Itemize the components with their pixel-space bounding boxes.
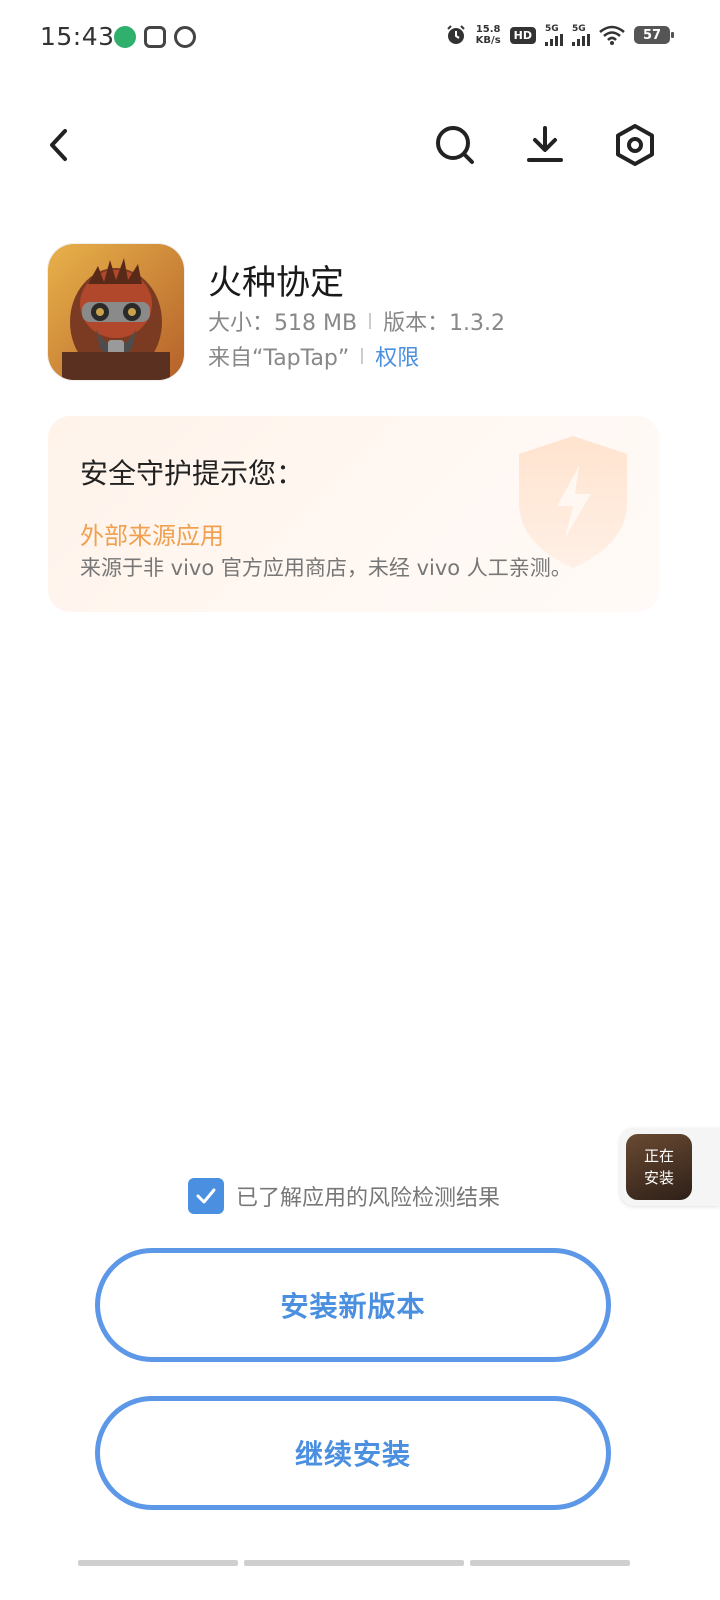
risk-consent-label: 已了解应用的风险检测结果 [236, 1186, 501, 1211]
app-version: 版本：1.3.2 [383, 311, 506, 336]
chevron-left-icon [50, 129, 67, 161]
app-notification-icon [144, 26, 166, 48]
risk-consent-checkbox[interactable] [188, 1178, 224, 1214]
search-button[interactable] [425, 115, 485, 175]
security-warning: 外部来源应用 [80, 522, 224, 550]
app-meta-row: 大小：518 MB 版本：1.3.2 [208, 306, 505, 336]
security-description: 来源于非 vivo 官方应用商店，未经 vivo 人工亲测。 [80, 556, 572, 580]
permissions-link[interactable]: 权限 [375, 340, 419, 372]
network-speed: 15.8 KB/s [475, 24, 501, 46]
security-title: 安全守护提示您： [80, 457, 305, 490]
installing-floating-bubble[interactable]: 正在 安装 [620, 1128, 720, 1206]
download-icon [527, 126, 563, 162]
app-size: 大小：518 MB [208, 311, 358, 336]
divider [369, 313, 372, 329]
status-indicators: 15.8 KB/s HD 5G 5G 57 [445, 24, 674, 46]
notification-icons [114, 26, 196, 48]
app-source: 来自“TapTap” [208, 346, 350, 371]
app-source-row: 来自“TapTap” 权限 [208, 341, 419, 371]
app-name: 火种协定 [208, 263, 344, 303]
back-button[interactable] [30, 115, 90, 175]
divider [361, 348, 364, 364]
game-character-icon [48, 244, 184, 380]
hd-voice-icon: HD [509, 26, 536, 44]
install-new-version-button[interactable]: 安装新版本 [95, 1248, 611, 1362]
app-notification-icon [174, 26, 196, 48]
signal-sim2-icon: 5G [572, 24, 590, 46]
app-icon [48, 244, 184, 380]
checkmark-icon [196, 1188, 216, 1204]
settings-button[interactable] [605, 115, 665, 175]
settings-icon [616, 124, 654, 166]
app-notification-icon [114, 26, 136, 48]
search-icon [436, 126, 474, 164]
security-notice-card: 安全守护提示您： 外部来源应用 来源于非 vivo 官方应用商店，未经 vivo… [48, 416, 659, 612]
alarm-icon [446, 25, 465, 44]
installing-thumbnail: 正在 安装 [626, 1134, 692, 1200]
risk-consent-row[interactable]: 已了解应用的风险检测结果 [188, 1178, 500, 1214]
wifi-icon [599, 25, 625, 45]
shield-bolt-icon [519, 436, 627, 568]
bottom-indicator [78, 1560, 630, 1566]
download-manager-button[interactable] [515, 115, 575, 175]
top-toolbar [0, 115, 720, 175]
status-time: 15:43 [40, 22, 115, 51]
continue-install-button[interactable]: 继续安装 [95, 1396, 611, 1510]
status-bar: 15:43 15.8 KB/s HD 5G 5G 57 [0, 0, 720, 80]
battery-icon: 57 [634, 26, 674, 44]
signal-sim1-icon: 5G [545, 24, 563, 46]
